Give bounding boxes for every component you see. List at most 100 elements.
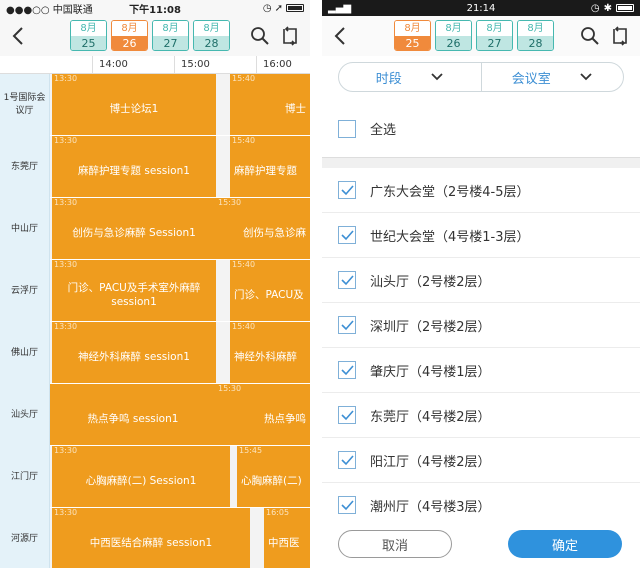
back-button[interactable] [322, 18, 358, 54]
session-block[interactable]: 15:40 博士 [230, 74, 310, 135]
session-block[interactable]: 13:30 心胸麻醉(二) Session1 [52, 446, 230, 507]
select-all-item[interactable]: 全选 [322, 100, 640, 158]
checkbox-checked-icon[interactable] [338, 406, 356, 424]
action-footer: 取消 确定 [322, 526, 640, 568]
status-time: 下午11:08 [129, 4, 181, 16]
room-label: 云浮厅 [0, 260, 50, 322]
session-block[interactable]: 16:05 中西医 [264, 508, 310, 568]
period-filter[interactable]: 时段 [339, 63, 481, 91]
checkbox-checked-icon[interactable] [338, 226, 356, 244]
search-icon[interactable] [250, 25, 270, 47]
session-block[interactable]: 15:30 创伤与急诊麻 [216, 198, 310, 259]
date-tab[interactable]: 8月 27 [152, 20, 189, 51]
room-label: 1号国际会议厅 [0, 74, 50, 136]
chevron-down-icon [431, 73, 443, 81]
session-block[interactable]: 热点争鸣 session1 [50, 384, 216, 445]
room-option-label: 深圳厅（2号楼2层） [370, 319, 491, 335]
session-block[interactable]: 13:30 创伤与急诊麻醉 Session1 [52, 198, 216, 259]
status-time: 21:14 [466, 2, 496, 14]
session-block[interactable]: 13:30 麻醉护理专题 session1 [52, 136, 216, 197]
status-bar: ▂▄▆ 21:14 ◷ ✱ [322, 0, 640, 16]
back-button[interactable] [0, 18, 36, 54]
checkbox-checked-icon[interactable] [338, 361, 356, 379]
session-block[interactable]: 15:40 神经外科麻醉 [230, 322, 310, 383]
room-checklist: 全选 广东大会堂（2号楼4-5层） 世纪大会堂（4号楼1-3层） 汕头厅（2号楼… [322, 100, 640, 528]
time-tick: 14:00 [92, 56, 174, 74]
list-item[interactable]: 世纪大会堂（4号楼1-3层） [322, 213, 640, 258]
room-option-label: 世纪大会堂（4号楼1-3层） [370, 229, 530, 245]
search-icon[interactable] [580, 25, 600, 47]
room-row: 江门厅 13:30 心胸麻醉(二) Session1 15:45 心胸麻醉(二) [0, 446, 310, 508]
room-option-label: 东莞厅（4号楼2层） [370, 409, 491, 425]
schedule-panel: ●●●○○ 中国联通 下午11:08 ◷ ➚ 8月 25 8月 26 8月 27 8月… [0, 0, 310, 568]
checkbox-checked-icon[interactable] [338, 181, 356, 199]
room-row: 佛山厅 13:30 神经外科麻醉 session1 15:40 神经外科麻醉 [0, 322, 310, 384]
checkbox-unchecked-icon[interactable] [338, 119, 356, 138]
list-item[interactable]: 肇庆厅（4号楼1层） [322, 348, 640, 393]
room-row: 1号国际会议厅 13:30 博士论坛1 15:40 博士 [0, 74, 310, 136]
session-block[interactable]: 13:30 中西医结合麻醉 session1 [52, 508, 250, 568]
session-block[interactable]: 13:30 神经外科麻醉 session1 [52, 322, 216, 383]
period-filter-label: 时段 [375, 71, 402, 87]
room-row: 中山厅 13:30 创伤与急诊麻醉 Session1 15:30 创伤与急诊麻 [0, 198, 310, 260]
date-tab[interactable]: 8月 28 [517, 20, 554, 51]
checkbox-checked-icon[interactable] [338, 316, 356, 334]
time-tick: 15:00 [174, 56, 256, 74]
room-filter-label: 会议室 [511, 71, 551, 87]
list-item[interactable]: 汕头厅（2号楼2层） [322, 258, 640, 303]
battery-icon [616, 4, 634, 12]
list-item[interactable]: 广东大会堂（2号楼4-5层） [322, 168, 640, 213]
room-option-label: 阳江厅（4号楼2层） [370, 454, 491, 470]
switch-view-icon[interactable] [280, 25, 300, 47]
date-tab[interactable]: 8月 26 [435, 20, 472, 51]
date-tab[interactable]: 8月 27 [476, 20, 513, 51]
date-selector: 8月 25 8月 26 8月 27 8月 28 [394, 20, 554, 51]
room-row: 云浮厅 13:30 门诊、PACU及手术室外麻醉 session1 15:40 门诊… [0, 260, 310, 322]
time-tick: 16:00 [256, 56, 310, 74]
time-axis: 14:00 15:00 16:00 [0, 56, 310, 74]
panel-divider [310, 0, 322, 568]
room-row: 东莞厅 13:30 麻醉护理专题 session1 15:40 麻醉护理专题 [0, 136, 310, 198]
date-tab[interactable]: 8月 28 [193, 20, 230, 51]
session-block[interactable]: 13:30 门诊、PACU及手术室外麻醉 session1 [52, 260, 216, 321]
session-block[interactable]: 15:40 门诊、PACU及 [230, 260, 310, 321]
session-block[interactable]: 15:30 热点争鸣 [216, 384, 310, 445]
cancel-button[interactable]: 取消 [338, 530, 452, 558]
list-item[interactable]: 潮州厅（4号楼3层） [322, 483, 640, 528]
date-tab[interactable]: 8月 25 [70, 20, 107, 51]
list-gap [322, 158, 640, 168]
list-item[interactable]: 东莞厅（4号楼2层） [322, 393, 640, 438]
status-bar: ●●●○○ 中国联通 下午11:08 ◷ ➚ [0, 0, 310, 16]
schedule-grid: 1号国际会议厅 13:30 博士论坛1 15:40 博士 东莞厅 13:30 麻醉护理… [0, 74, 310, 568]
date-tab[interactable]: 8月 25 [394, 20, 431, 51]
checkbox-checked-icon[interactable] [338, 451, 356, 469]
nav-bar: 8月 25 8月 26 8月 27 8月 28 [322, 16, 640, 56]
room-label: 河源厅 [0, 508, 50, 568]
confirm-button[interactable]: 确定 [508, 530, 622, 558]
list-item[interactable]: 深圳厅（2号楼2层） [322, 303, 640, 348]
switch-view-icon[interactable] [610, 25, 630, 47]
session-block[interactable]: 15:45 心胸麻醉(二) [237, 446, 310, 507]
battery-icon [286, 4, 304, 12]
session-block[interactable]: 13:30 博士论坛1 [52, 74, 216, 135]
room-option-label: 汕头厅（2号楼2层） [370, 274, 491, 290]
room-label: 中山厅 [0, 198, 50, 260]
filter-panel: ▂▄▆ 21:14 ◷ ✱ 8月 25 8月 26 8月 27 8月 28 时段 会议室 [322, 0, 640, 568]
chevron-down-icon [580, 73, 592, 81]
room-filter[interactable]: 会议室 [480, 63, 624, 91]
date-tab[interactable]: 8月 26 [111, 20, 148, 51]
checkbox-checked-icon[interactable] [338, 496, 356, 514]
room-option-label: 广东大会堂（2号楼4-5层） [370, 184, 530, 200]
room-option-label: 潮州厅（4号楼3层） [370, 499, 491, 515]
date-selector: 8月 25 8月 26 8月 27 8月 28 [70, 20, 230, 51]
nav-bar: 8月 25 8月 26 8月 27 8月 28 [0, 16, 310, 56]
room-option-label: 肇庆厅（4号楼1层） [370, 364, 491, 380]
room-label: 汕头厅 [0, 384, 50, 446]
chevron-left-icon [334, 27, 345, 45]
room-row: 汕头厅 热点争鸣 session1 15:30 热点争鸣 [0, 384, 310, 446]
room-label: 江门厅 [0, 446, 50, 508]
room-row: 河源厅 13:30 中西医结合麻醉 session1 16:05 中西医 [0, 508, 310, 568]
checkbox-checked-icon[interactable] [338, 271, 356, 289]
list-item[interactable]: 阳江厅（4号楼2层） [322, 438, 640, 483]
session-block[interactable]: 15:40 麻醉护理专题 [230, 136, 310, 197]
